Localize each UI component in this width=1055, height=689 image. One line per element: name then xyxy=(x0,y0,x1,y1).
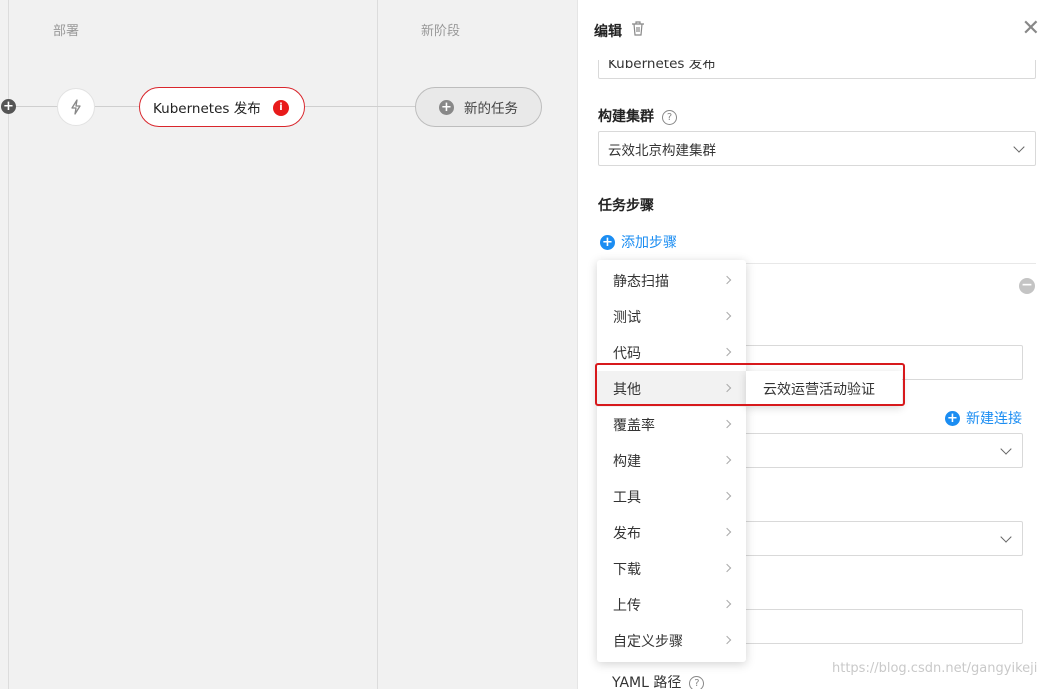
new-connection-button[interactable]: + 新建连接 xyxy=(945,408,1022,428)
chevron-right-icon xyxy=(722,527,732,537)
menu-item-label: 其他 xyxy=(613,382,641,398)
menu-item[interactable]: 工具 xyxy=(597,479,746,515)
pipeline-canvas: 部署 新阶段 + Kubernetes 发布 i + 新的任务 xyxy=(0,0,577,689)
menu-item-label: 代码 xyxy=(613,346,641,362)
plus-icon: + xyxy=(439,99,454,115)
menu-item[interactable]: 发布 xyxy=(597,515,746,551)
add-stage-plus-icon[interactable]: + xyxy=(1,99,16,114)
menu-item[interactable]: 代码 xyxy=(597,335,746,371)
menu-item-label: 测试 xyxy=(613,310,641,326)
menu-item-label: 构建 xyxy=(613,454,641,470)
menu-item-label: 静态扫描 xyxy=(613,274,669,290)
task-node-kubernetes[interactable]: Kubernetes 发布 i xyxy=(139,87,305,127)
chevron-down-icon xyxy=(1000,443,1012,455)
menu-item[interactable]: 测试 xyxy=(597,299,746,335)
trigger-node[interactable] xyxy=(57,88,95,126)
plus-icon: + xyxy=(600,234,615,250)
menu-item-label: 工具 xyxy=(613,490,641,506)
menu-item[interactable]: 上传 xyxy=(597,587,746,623)
menu-item[interactable]: 静态扫描 xyxy=(597,263,746,299)
menu-item[interactable]: 下载 xyxy=(597,551,746,587)
add-step-button[interactable]: + 添加步骤 xyxy=(600,232,677,252)
menu-item-label: 覆盖率 xyxy=(613,418,655,434)
connector-line xyxy=(305,106,416,107)
panel-header: 编辑 ✕ xyxy=(578,0,1055,60)
panel-title: 编辑 xyxy=(594,24,622,40)
new-task-label: 新的任务 xyxy=(464,101,518,117)
chevron-right-icon xyxy=(722,311,732,321)
lightning-icon xyxy=(71,99,81,115)
menu-item[interactable]: 其他 xyxy=(597,371,746,407)
watermark: https://blog.csdn.net/gangyikeji xyxy=(832,661,1038,676)
menu-item[interactable]: 构建 xyxy=(597,443,746,479)
connector-line xyxy=(95,106,140,107)
chevron-right-icon xyxy=(722,455,732,465)
chevron-right-icon xyxy=(722,383,732,393)
new-connection-label: 新建连接 xyxy=(966,411,1022,427)
submenu-item-activity-check[interactable]: 云效运营活动验证 xyxy=(746,371,902,406)
help-icon[interactable]: ? xyxy=(662,110,677,125)
chevron-right-icon xyxy=(722,635,732,645)
menu-item-label: 自定义步骤 xyxy=(613,634,683,650)
menu-item[interactable]: 覆盖率 xyxy=(597,407,746,443)
help-icon[interactable]: ? xyxy=(689,676,705,689)
task-node-label: Kubernetes 发布 xyxy=(153,101,261,117)
menu-item-label: 下载 xyxy=(613,562,641,578)
chevron-down-icon xyxy=(1000,531,1012,543)
chevron-right-icon xyxy=(722,491,732,501)
info-icon: i xyxy=(273,100,289,116)
chevron-right-icon xyxy=(722,419,732,429)
cluster-select-value: 云效北京构建集群 xyxy=(608,142,716,159)
steps-label: 任务步骤 xyxy=(598,198,654,214)
new-task-button[interactable]: + 新的任务 xyxy=(415,87,542,127)
chevron-right-icon xyxy=(722,563,732,573)
menu-item-label: 上传 xyxy=(613,598,641,614)
minus-icon[interactable]: − xyxy=(1019,278,1035,294)
yaml-path-text: YAML 路径 xyxy=(612,675,682,689)
add-step-label: 添加步骤 xyxy=(621,235,677,251)
close-icon[interactable]: ✕ xyxy=(1022,18,1040,40)
chevron-right-icon xyxy=(722,275,732,285)
yaml-path-label: YAML 路径? xyxy=(612,672,705,689)
add-step-menu: 静态扫描测试代码其他覆盖率构建工具发布下载上传自定义步骤 xyxy=(597,260,746,662)
chevron-right-icon xyxy=(722,599,732,609)
chevron-down-icon xyxy=(1013,141,1025,153)
menu-item[interactable]: 自定义步骤 xyxy=(597,623,746,659)
chevron-right-icon xyxy=(722,347,732,357)
stage-divider xyxy=(377,0,378,689)
cluster-label: 构建集群? xyxy=(598,106,677,126)
stage-title-deploy[interactable]: 部署 xyxy=(53,20,79,39)
stage-title-new[interactable]: 新阶段 xyxy=(421,20,460,39)
plus-icon: + xyxy=(945,410,960,426)
menu-item-label: 发布 xyxy=(613,526,641,542)
trash-icon[interactable] xyxy=(630,20,646,37)
cluster-select[interactable]: 云效北京构建集群 xyxy=(598,131,1036,166)
cluster-label-text: 构建集群 xyxy=(598,109,654,125)
